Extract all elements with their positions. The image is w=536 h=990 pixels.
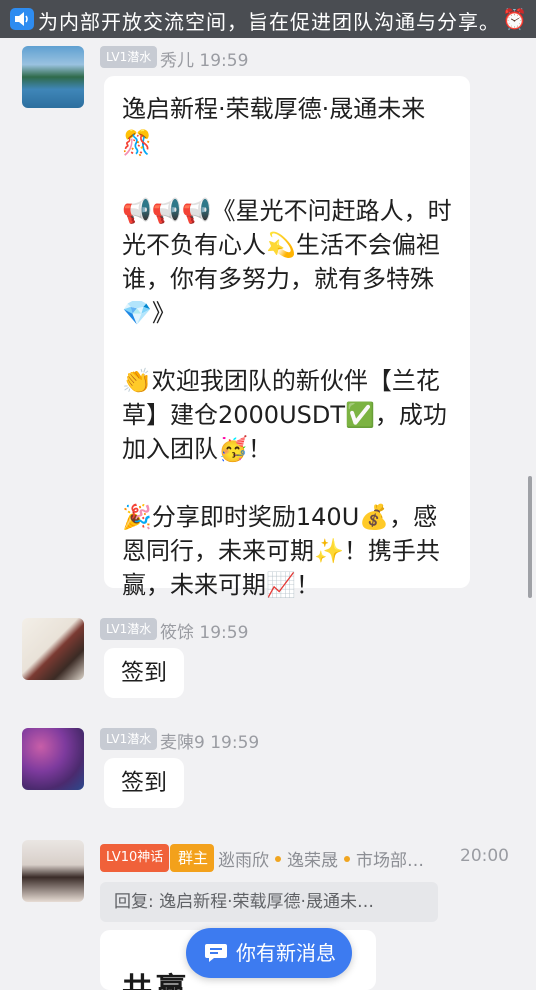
group-owner-badge: 群主 <box>170 844 215 872</box>
message-bubble[interactable]: 逸启新程·荣载厚德·晟通未来 🎊 📢📢📢《星光不问赶路人，时光不负有心人💫生活不… <box>104 76 470 599</box>
avatar[interactable] <box>22 46 84 108</box>
speaker-icon <box>10 8 34 30</box>
reply-quote[interactable]: 回复: 逸启新程·荣载厚德·晟通未… <box>100 882 438 922</box>
alarm-clock-icon: ⏰ <box>502 7 527 31</box>
level-badge: LV1潜水 <box>100 618 158 640</box>
scrollbar[interactable] <box>528 476 532 598</box>
message-line: 👏欢迎我团队的新伙伴【兰花草】建仓2000USDT✅，成功加入团队🥳！ <box>122 367 447 463</box>
sender-name-text: 秀儿 <box>160 51 194 71</box>
message-bubble[interactable]: 签到 <box>104 758 184 808</box>
message-line: 📢📢📢《星光不问赶路人，时光不负有心人💫生活不会偏袒谁，你有多努力，就有多特殊💎… <box>122 197 452 327</box>
avatar[interactable] <box>22 618 84 680</box>
sender-name: 逖雨欣 逸荣晟 市场部… <box>218 846 424 871</box>
sender-name: 秀儿 19:59 <box>160 46 248 71</box>
sender-name-text: 筱馀 <box>160 623 194 643</box>
sender-name: 筱馀 19:59 <box>160 618 248 643</box>
announcement-bar[interactable]: 为内部开放交流空间，旨在促进团队沟通与分享。 ⏰ <box>0 0 536 38</box>
message-time: 19:59 <box>210 733 260 753</box>
new-message-label: 你有新消息 <box>236 941 336 965</box>
separator-dot <box>344 856 350 862</box>
message-bubble[interactable]: 签到 <box>104 648 184 698</box>
message-time: 19:59 <box>199 51 249 71</box>
avatar[interactable] <box>22 728 84 790</box>
message-time: 19:59 <box>199 623 249 643</box>
level-badge: LV10神话 <box>100 844 170 872</box>
avatar[interactable] <box>22 840 84 902</box>
message-line: 逸启新程·荣载厚德·晟通未来 🎊 <box>122 95 426 157</box>
message-time: 20:00 <box>460 846 509 866</box>
member-tag: 逸荣晟 <box>287 851 338 871</box>
member-tag: 市场部… <box>356 851 424 871</box>
level-badge: LV1潜水 <box>100 728 158 750</box>
new-message-button[interactable]: 你有新消息 <box>186 928 352 978</box>
message-line: 🎉分享即时奖励140U💰，感恩同行，未来可期✨！携手共赢，未来可期📈！ <box>122 503 440 599</box>
separator-dot <box>275 856 281 862</box>
chat-bubble-icon <box>205 944 227 962</box>
sender-name-text: 逖雨欣 <box>218 851 269 871</box>
chat-message-list[interactable]: LV1潜水 秀儿 19:59 逸启新程·荣载厚德·晟通未来 🎊 📢📢📢《星光不问… <box>0 38 536 990</box>
sender-name: 麦陳9 19:59 <box>160 728 259 753</box>
message-partial-text: 共赢 <box>122 972 190 990</box>
sender-name-text: 麦陳9 <box>160 733 205 753</box>
level-badge: LV1潜水 <box>100 46 158 68</box>
announcement-text: 为内部开放交流空间，旨在促进团队沟通与分享。 <box>38 10 500 34</box>
